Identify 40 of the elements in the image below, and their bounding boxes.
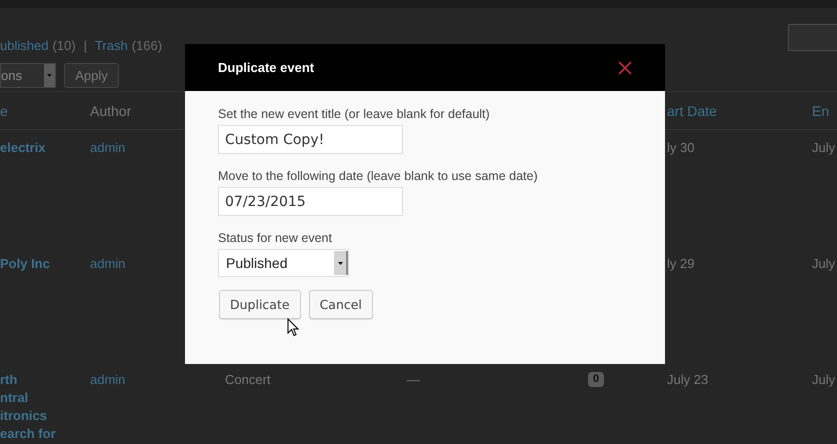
caret-icon bbox=[47, 74, 52, 77]
column-header[interactable]: En bbox=[812, 102, 837, 118]
input-field[interactable]: Custom Copy! bbox=[218, 125, 403, 154]
dialog-button[interactable]: Duplicate bbox=[219, 290, 301, 319]
caret-icon bbox=[338, 262, 342, 264]
event-title-link[interactable]: Poly Inc bbox=[0, 255, 90, 273]
event-title-link[interactable]: earch for bbox=[0, 425, 90, 443]
column-header[interactable]: e bbox=[0, 102, 90, 118]
dialog-title: Duplicate event bbox=[218, 60, 314, 75]
status-select[interactable]: Published bbox=[218, 249, 349, 277]
table-cell-text: July 23 bbox=[667, 371, 710, 389]
separator: | bbox=[84, 38, 87, 52]
table-cell-text: ly 30 bbox=[667, 139, 696, 157]
event-title-link[interactable]: electrix bbox=[0, 139, 90, 157]
filter-link[interactable]: ublished bbox=[0, 38, 48, 52]
bulk-action-select[interactable]: ons bbox=[0, 63, 56, 88]
column-header[interactable]: art Date bbox=[667, 102, 812, 118]
filter-count: (10) bbox=[52, 38, 76, 52]
table-cell-text: July bbox=[812, 255, 836, 273]
field-label: Status for new event bbox=[218, 230, 332, 247]
field-label: Set the new event title (or leave blank for default) bbox=[218, 106, 490, 123]
field-label: Move to the following date (leave blank to use same date) bbox=[218, 168, 538, 185]
dialog-button[interactable]: Cancel bbox=[308, 290, 373, 319]
table-cell-text: — bbox=[407, 371, 421, 389]
table-cell-text: July bbox=[812, 139, 836, 157]
input-field[interactable]: 07/23/2015 bbox=[218, 187, 403, 216]
table-cell-text: July bbox=[812, 371, 836, 389]
comment-count-badge[interactable]: 0 bbox=[588, 372, 604, 387]
filter-link[interactable]: Trash bbox=[94, 38, 128, 52]
mouse-pointer-icon bbox=[287, 318, 299, 337]
apply-button[interactable]: Apply bbox=[64, 63, 119, 88]
table-cell-text: Concert bbox=[225, 371, 272, 389]
event-title-link[interactable]: rth bbox=[0, 371, 90, 389]
event-title-link[interactable]: ntral bbox=[0, 389, 90, 407]
filter-count: (166) bbox=[132, 38, 162, 52]
author-link[interactable]: admin bbox=[90, 371, 225, 389]
search-field[interactable] bbox=[788, 24, 837, 51]
close-icon[interactable] bbox=[618, 60, 632, 74]
table-cell-text: ly 29 bbox=[667, 255, 696, 273]
event-title-link[interactable]: itronics bbox=[0, 407, 90, 425]
